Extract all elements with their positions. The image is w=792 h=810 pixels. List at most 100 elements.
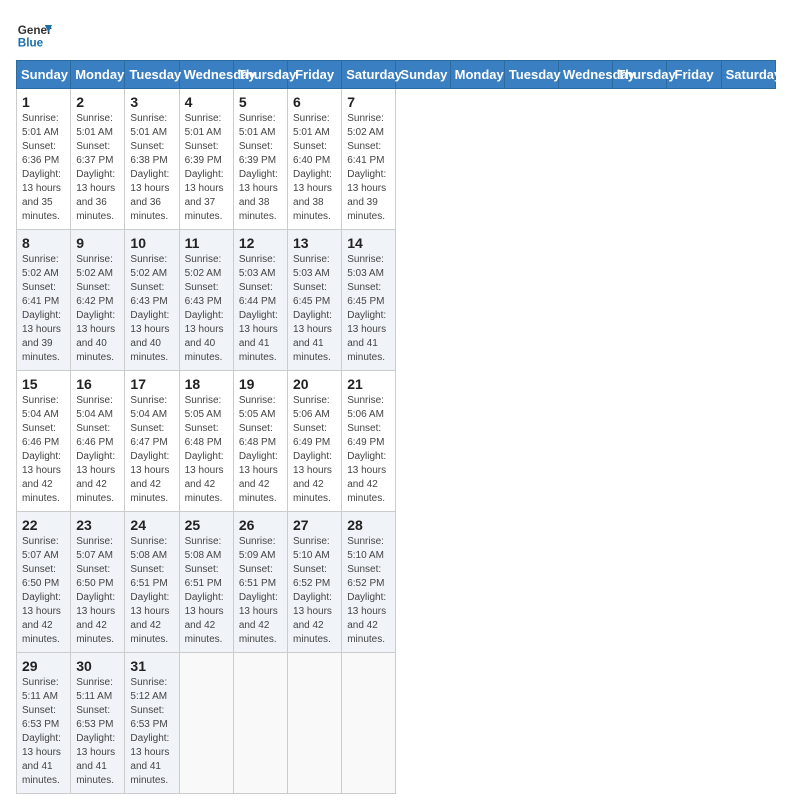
calendar-cell: 14 Sunrise: 5:03 AM Sunset: 6:45 PM Dayli…	[342, 230, 396, 371]
day-info: Sunrise: 5:01 AM Sunset: 6:39 PM Dayligh…	[185, 112, 228, 224]
header-saturday: Saturday	[342, 61, 396, 89]
calendar-table: SundayMondayTuesdayWednesdayThursdayFrid…	[16, 60, 776, 794]
day-number: 27	[293, 517, 336, 533]
day-info: Sunrise: 5:03 AM Sunset: 6:44 PM Dayligh…	[239, 253, 282, 365]
calendar-cell: 31Sunrise: 5:12 AM Sunset: 6:53 PM Dayli…	[125, 653, 179, 794]
calendar-week-3: 15 Sunrise: 5:04 AM Sunset: 6:46 PM Dayli…	[17, 371, 776, 512]
day-number: 5	[239, 94, 282, 110]
day-info: Sunrise: 5:09 AM Sunset: 6:51 PM Dayligh…	[239, 535, 282, 647]
calendar-week-4: 22 Sunrise: 5:07 AM Sunset: 6:50 PM Dayli…	[17, 512, 776, 653]
day-info: Sunrise: 5:02 AM Sunset: 6:41 PM Dayligh…	[347, 112, 390, 224]
calendar-cell: 3 Sunrise: 5:01 AM Sunset: 6:38 PM Daylig…	[125, 89, 179, 230]
header-tuesday: Tuesday	[125, 61, 179, 89]
logo-icon: General Blue	[16, 16, 52, 52]
day-number: 6	[293, 94, 336, 110]
day-number: 17	[130, 376, 173, 392]
calendar-cell	[179, 653, 233, 794]
day-number: 28	[347, 517, 390, 533]
header-wednesday: Wednesday	[179, 61, 233, 89]
header-thursday: Thursday	[613, 61, 667, 89]
calendar-cell: 29 Sunrise: 5:11 AM Sunset: 6:53 PM Dayli…	[17, 653, 71, 794]
calendar-week-2: 8Sunrise: 5:02 AM Sunset: 6:41 PM Daylig…	[17, 230, 776, 371]
day-info: Sunrise: 5:08 AM Sunset: 6:51 PM Dayligh…	[130, 535, 173, 647]
calendar-cell: 1Sunrise: 5:01 AM Sunset: 6:36 PM Daylig…	[17, 89, 71, 230]
day-number: 30	[76, 658, 119, 674]
calendar-cell	[288, 653, 342, 794]
calendar-cell	[342, 653, 396, 794]
day-info: Sunrise: 5:04 AM Sunset: 6:46 PM Dayligh…	[76, 394, 119, 506]
day-info: Sunrise: 5:02 AM Sunset: 6:43 PM Dayligh…	[185, 253, 228, 365]
calendar-week-5: 29 Sunrise: 5:11 AM Sunset: 6:53 PM Dayli…	[17, 653, 776, 794]
day-number: 8	[22, 235, 65, 251]
day-info: Sunrise: 5:11 AM Sunset: 6:53 PM Dayligh…	[22, 676, 65, 788]
header-wednesday: Wednesday	[559, 61, 613, 89]
day-info: Sunrise: 5:06 AM Sunset: 6:49 PM Dayligh…	[347, 394, 390, 506]
day-info: Sunrise: 5:02 AM Sunset: 6:42 PM Dayligh…	[76, 253, 119, 365]
calendar-cell: 6 Sunrise: 5:01 AM Sunset: 6:40 PM Daylig…	[288, 89, 342, 230]
calendar-cell: 19 Sunrise: 5:05 AM Sunset: 6:48 PM Dayli…	[233, 371, 287, 512]
calendar-cell: 17 Sunrise: 5:04 AM Sunset: 6:47 PM Dayli…	[125, 371, 179, 512]
calendar-cell: 7 Sunrise: 5:02 AM Sunset: 6:41 PM Daylig…	[342, 89, 396, 230]
day-info: Sunrise: 5:01 AM Sunset: 6:37 PM Dayligh…	[76, 112, 119, 224]
day-number: 22	[22, 517, 65, 533]
day-number: 9	[76, 235, 119, 251]
day-info: Sunrise: 5:01 AM Sunset: 6:38 PM Dayligh…	[130, 112, 173, 224]
calendar-cell: 10 Sunrise: 5:02 AM Sunset: 6:43 PM Dayli…	[125, 230, 179, 371]
header-thursday: Thursday	[233, 61, 287, 89]
calendar-cell: 8Sunrise: 5:02 AM Sunset: 6:41 PM Daylig…	[17, 230, 71, 371]
day-info: Sunrise: 5:05 AM Sunset: 6:48 PM Dayligh…	[185, 394, 228, 506]
calendar-cell: 13Sunrise: 5:03 AM Sunset: 6:45 PM Dayli…	[288, 230, 342, 371]
calendar-cell: 23Sunrise: 5:07 AM Sunset: 6:50 PM Dayli…	[71, 512, 125, 653]
day-info: Sunrise: 5:06 AM Sunset: 6:49 PM Dayligh…	[293, 394, 336, 506]
day-number: 1	[22, 94, 65, 110]
day-number: 18	[185, 376, 228, 392]
calendar-cell: 12 Sunrise: 5:03 AM Sunset: 6:44 PM Dayli…	[233, 230, 287, 371]
day-number: 21	[347, 376, 390, 392]
day-number: 4	[185, 94, 228, 110]
day-info: Sunrise: 5:03 AM Sunset: 6:45 PM Dayligh…	[347, 253, 390, 365]
calendar-cell: 27Sunrise: 5:10 AM Sunset: 6:52 PM Dayli…	[288, 512, 342, 653]
day-number: 24	[130, 517, 173, 533]
svg-text:Blue: Blue	[18, 37, 44, 50]
day-number: 15	[22, 376, 65, 392]
calendar-cell: 11Sunrise: 5:02 AM Sunset: 6:43 PM Dayli…	[179, 230, 233, 371]
header-monday: Monday	[71, 61, 125, 89]
day-info: Sunrise: 5:10 AM Sunset: 6:52 PM Dayligh…	[347, 535, 390, 647]
calendar-cell: 24 Sunrise: 5:08 AM Sunset: 6:51 PM Dayli…	[125, 512, 179, 653]
calendar-cell: 16 Sunrise: 5:04 AM Sunset: 6:46 PM Dayli…	[71, 371, 125, 512]
day-number: 10	[130, 235, 173, 251]
day-info: Sunrise: 5:07 AM Sunset: 6:50 PM Dayligh…	[22, 535, 65, 647]
day-number: 7	[347, 94, 390, 110]
day-info: Sunrise: 5:05 AM Sunset: 6:48 PM Dayligh…	[239, 394, 282, 506]
header: General Blue	[16, 16, 776, 52]
calendar-cell: 9 Sunrise: 5:02 AM Sunset: 6:42 PM Daylig…	[71, 230, 125, 371]
header-friday: Friday	[667, 61, 721, 89]
header-saturday: Saturday	[721, 61, 775, 89]
day-info: Sunrise: 5:01 AM Sunset: 6:40 PM Dayligh…	[293, 112, 336, 224]
calendar-cell: 25Sunrise: 5:08 AM Sunset: 6:51 PM Dayli…	[179, 512, 233, 653]
day-number: 25	[185, 517, 228, 533]
calendar-cell: 18 Sunrise: 5:05 AM Sunset: 6:48 PM Dayli…	[179, 371, 233, 512]
calendar-cell: 30 Sunrise: 5:11 AM Sunset: 6:53 PM Dayli…	[71, 653, 125, 794]
calendar-cell: 15Sunrise: 5:04 AM Sunset: 6:46 PM Dayli…	[17, 371, 71, 512]
calendar-cell: 22 Sunrise: 5:07 AM Sunset: 6:50 PM Dayli…	[17, 512, 71, 653]
calendar-cell: 5Sunrise: 5:01 AM Sunset: 6:39 PM Daylig…	[233, 89, 287, 230]
day-number: 12	[239, 235, 282, 251]
day-number: 16	[76, 376, 119, 392]
day-number: 29	[22, 658, 65, 674]
day-info: Sunrise: 5:12 AM Sunset: 6:53 PM Dayligh…	[130, 676, 173, 788]
day-info: Sunrise: 5:02 AM Sunset: 6:43 PM Dayligh…	[130, 253, 173, 365]
day-info: Sunrise: 5:04 AM Sunset: 6:47 PM Dayligh…	[130, 394, 173, 506]
day-info: Sunrise: 5:11 AM Sunset: 6:53 PM Dayligh…	[76, 676, 119, 788]
calendar-week-1: 1Sunrise: 5:01 AM Sunset: 6:36 PM Daylig…	[17, 89, 776, 230]
calendar-header-row: SundayMondayTuesdayWednesdayThursdayFrid…	[17, 61, 776, 89]
header-friday: Friday	[288, 61, 342, 89]
calendar-cell: 26Sunrise: 5:09 AM Sunset: 6:51 PM Dayli…	[233, 512, 287, 653]
day-number: 2	[76, 94, 119, 110]
header-tuesday: Tuesday	[504, 61, 558, 89]
day-number: 3	[130, 94, 173, 110]
day-number: 14	[347, 235, 390, 251]
day-number: 19	[239, 376, 282, 392]
day-info: Sunrise: 5:03 AM Sunset: 6:45 PM Dayligh…	[293, 253, 336, 365]
header-sunday: Sunday	[396, 61, 450, 89]
